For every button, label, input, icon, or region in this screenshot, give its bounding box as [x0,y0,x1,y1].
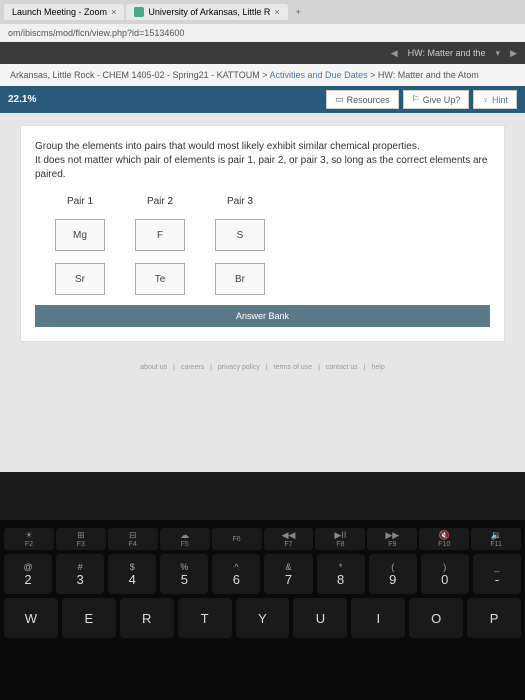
add-tab-button[interactable]: + [290,7,307,17]
breadcrumb-hw: HW: Matter and the Atom [378,70,479,80]
dropdown-icon[interactable]: ▾ [496,48,501,59]
footer-help[interactable]: help [372,364,385,371]
element-dropzone[interactable]: Br [215,263,265,295]
breadcrumb: Arkansas, Little Rock - CHEM 1405-02 - S… [0,64,525,86]
key-8: *8 [317,554,365,594]
nav-title: HW: Matter and the [408,48,486,58]
folder-icon: ▭ [335,94,344,105]
breadcrumb-activities[interactable]: Activities and Due Dates [270,70,368,80]
fn-key: F6 [212,528,262,550]
key-e: E [62,598,116,638]
key-4: $4 [108,554,156,594]
fn-key: ◀◀F7 [264,528,314,550]
fn-key: ⊟F4 [108,528,158,550]
fn-key: 🔉F11 [471,528,521,550]
fn-key: ⊞F3 [56,528,106,550]
tab-label: University of Arkansas, Little R [148,7,270,17]
pair-label: Pair 2 [147,196,173,207]
page-content: ◀ HW: Matter and the ▾ ▶ Arkansas, Littl… [0,42,525,472]
bulb-icon: ♀ [482,95,489,105]
browser-tab-strip: Launch Meeting - Zoom × University of Ar… [0,0,525,24]
physical-keyboard: ☀F2 ⊞F3 ⊟F4 ☁F5 F6 ◀◀F7 ▶IIF8 ▶▶F9 🔇F10 … [0,520,525,700]
element-dropzone[interactable]: S [215,219,265,251]
footer-careers[interactable]: careers [181,364,204,371]
fn-key: ▶IIF8 [315,528,365,550]
fn-key: ▶▶F9 [367,528,417,550]
tab-label: Launch Meeting - Zoom [12,7,107,17]
element-dropzone[interactable]: Mg [55,219,105,251]
element-dropzone[interactable]: Sr [55,263,105,295]
footer-terms[interactable]: terms of use [274,364,313,371]
key-dash: _- [473,554,521,594]
key-o: O [409,598,463,638]
footer-contact[interactable]: contact us [326,364,358,371]
progress-bar: 22.1% ▭ Resources ⚐ Give Up? ♀ Hint [0,86,525,113]
key-w: W [4,598,58,638]
pair-label: Pair 3 [227,196,253,207]
question-panel: Group the elements into pairs that would… [20,125,505,342]
key-9: (9 [369,554,417,594]
key-5: %5 [160,554,208,594]
pair-label: Pair 1 [67,196,93,207]
resources-button[interactable]: ▭ Resources [326,90,399,109]
question-text: Group the elements into pairs that would… [35,140,490,182]
key-3: #3 [56,554,104,594]
breadcrumb-course: Arkansas, Little Rock - CHEM 1405-02 - S… [10,70,260,80]
fn-key: ☁F5 [160,528,210,550]
footer-privacy[interactable]: privacy policy [218,364,260,371]
url-bar[interactable]: om/ibiscms/mod/flcn/view.php?id=15134600 [0,24,525,42]
key-6: ^6 [212,554,260,594]
hint-button[interactable]: ♀ Hint [473,90,517,109]
nav-next-icon[interactable]: ▶ [510,48,517,59]
url-text: om/ibiscms/mod/flcn/view.php?id=15134600 [8,28,184,38]
tab-zoom[interactable]: Launch Meeting - Zoom × [4,4,124,20]
footer-about[interactable]: about us [140,364,167,371]
answer-bank[interactable]: Answer Bank [35,305,490,327]
close-icon[interactable]: × [111,7,116,17]
key-0: )0 [421,554,469,594]
close-icon[interactable]: × [274,7,279,17]
pair-2-column: Pair 2 F Te [135,196,185,295]
key-i: I [351,598,405,638]
footer-links: about us | careers | privacy policy | te… [0,354,525,381]
key-u: U [293,598,347,638]
site-icon [134,7,144,17]
giveup-button[interactable]: ⚐ Give Up? [403,90,470,109]
key-7: &7 [264,554,312,594]
fn-key: ☀F2 [4,528,54,550]
progress-percent: 22.1% [8,94,36,105]
nav-prev-icon[interactable]: ◀ [391,48,398,59]
element-dropzone[interactable]: F [135,219,185,251]
key-p: P [467,598,521,638]
pair-1-column: Pair 1 Mg Sr [55,196,105,295]
key-y: Y [236,598,290,638]
key-t: T [178,598,232,638]
element-dropzone[interactable]: Te [135,263,185,295]
tab-university[interactable]: University of Arkansas, Little R × [126,4,287,20]
top-nav: ◀ HW: Matter and the ▾ ▶ [0,42,525,64]
pair-3-column: Pair 3 S Br [215,196,265,295]
pairs-container: Pair 1 Mg Sr Pair 2 F Te Pair 3 S Br [35,196,490,295]
fn-key: 🔇F10 [419,528,469,550]
key-r: R [120,598,174,638]
flag-icon: ⚐ [412,94,420,105]
key-2: @2 [4,554,52,594]
